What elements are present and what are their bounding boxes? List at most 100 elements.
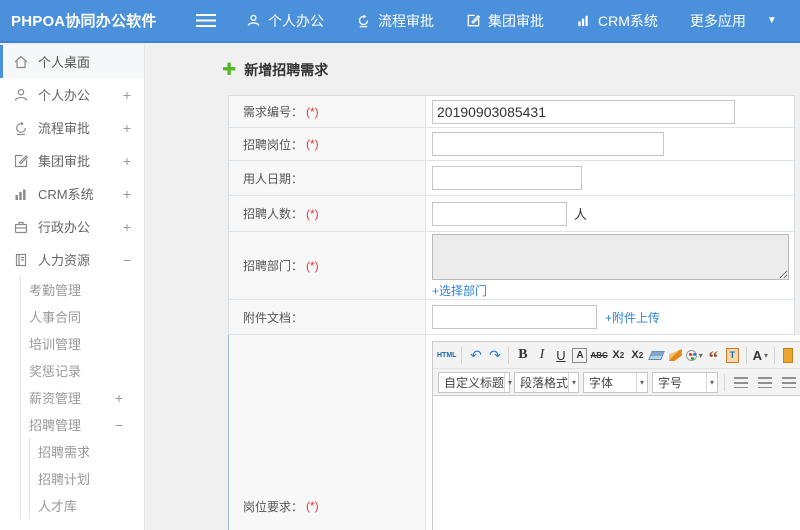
chart-icon [12,185,29,202]
palette-icon [685,349,697,361]
font-color-button[interactable]: A ▾ [752,345,769,365]
position-input[interactable] [432,132,664,156]
redo-button[interactable]: ↷ [486,345,503,365]
sidebar-item-attendance-mgmt[interactable]: 考勤管理 [21,276,144,303]
topnav-personal-office[interactable]: 个人办公 [246,11,324,31]
required-mark: (*) [306,499,319,513]
highlight-color-button[interactable]: ▾ [685,345,703,365]
field-label: 需求编号： (*) [229,96,426,127]
page-header: ✚ 新增招聘需求 [146,45,800,95]
select-department-link[interactable]: +选择部门 [432,282,487,299]
sidebar-item-label: 奖惩记录 [29,364,82,379]
label-text: 招聘部门： [243,259,304,273]
sidebar-item-label: 流程审批 [38,121,91,136]
hire-date-input[interactable] [432,166,582,190]
caret-down-icon: ▾ [698,350,703,360]
sidebar-item-reward-punishment[interactable]: 奖惩记录 [21,357,144,384]
label-text: 用人日期： [243,171,304,186]
sidebar-item-recruit-plan[interactable]: 招聘计划 [30,465,144,492]
sidebar-item-label: 薪资管理 [29,391,82,406]
custom-heading-select[interactable]: 自定义标题 ▾ [438,371,512,393]
hamburger-menu-icon[interactable] [196,14,216,27]
form-row-department: 招聘部门： (*) +选择部门 [229,232,794,300]
collapse-minus-icon[interactable]: − [123,252,131,268]
editor-content-area[interactable] [433,396,800,530]
combo-label: 字号 [658,375,683,390]
eraser-icon [647,350,665,360]
remove-format-button[interactable] [647,345,665,365]
sidebar-item-recruit-mgmt[interactable]: 招聘管理 − [21,411,144,438]
sidebar-item-crm-system[interactable]: CRM系统 + [0,177,144,210]
headcount-input[interactable] [432,201,567,226]
sidebar-item-admin-office[interactable]: 行政办公 + [0,210,144,243]
topnav-group-approval[interactable]: 集团审批 [466,11,544,31]
required-mark: (*) [306,258,319,273]
align-right-icon[interactable] [782,376,796,388]
caret-down-icon[interactable]: ▼ [767,15,777,26]
italic-button[interactable]: I [533,345,550,365]
sidebar-item-human-resources[interactable]: 人力资源 − [0,243,144,276]
expand-plus-icon[interactable]: + [123,120,131,136]
undo-button[interactable]: ↶ [467,345,484,365]
toolbar-separator [508,346,510,364]
align-left-icon[interactable] [734,376,748,388]
expand-plus-icon[interactable]: + [123,87,131,103]
strikethrough-button[interactable]: ABC [590,345,607,365]
topnav-more-apps[interactable]: 更多应用 ▼ [690,11,777,31]
expand-plus-icon[interactable]: + [115,390,123,406]
required-mark: (*) [306,104,319,119]
toolbar-separator [724,373,725,391]
field-label: 招聘部门： (*) [229,232,426,299]
collapse-minus-icon[interactable]: − [115,417,123,433]
sidebar-item-talent-pool[interactable]: 人才库 [30,492,144,519]
underline-button[interactable]: U [552,345,569,365]
paste-button[interactable]: T [724,345,741,365]
paragraph-format-select[interactable]: 段落格式 ▾ [514,371,579,393]
caret-down-icon: ▾ [705,372,717,392]
source-code-button[interactable]: HTML [437,345,456,365]
attachment-input[interactable] [432,305,597,329]
bold-button[interactable]: B [514,345,531,365]
blockquote-button[interactable]: “ [705,345,722,368]
user-icon [12,86,29,103]
topnav-crm-system[interactable]: CRM系统 [576,11,658,31]
app-logo: PHPOA协同办公软件 [11,13,157,30]
sidebar-item-recruit-demand[interactable]: 招聘需求 [30,438,144,465]
combo-label: 段落格式 [520,375,569,390]
expand-plus-icon[interactable]: + [123,153,131,169]
sidebar-item-personnel-contract[interactable]: 人事合同 [21,303,144,330]
sidebar-item-salary-mgmt[interactable]: 薪资管理 + [21,384,144,411]
combo-label: 字体 [589,375,614,390]
image-button[interactable] [780,345,797,365]
clipboard-icon: T [725,347,739,363]
align-center-icon[interactable] [758,376,772,388]
sidebar-item-group-approval[interactable]: 集团审批 + [0,144,144,177]
expand-plus-icon[interactable]: + [123,186,131,202]
sidebar-item-personal-desktop[interactable]: 个人桌面 [0,45,144,78]
toolbar-separator [461,346,463,364]
field-label: 用人日期： [229,161,426,195]
font-family-select[interactable]: 字体 ▾ [583,371,648,393]
briefcase-icon [12,218,29,235]
demand-no-input[interactable] [432,99,735,124]
caret-down-icon: ▾ [568,372,579,392]
department-textarea[interactable] [432,234,789,280]
sidebar-item-label: 集团审批 [38,154,91,169]
font-size-select[interactable]: 字号 ▾ [652,371,718,393]
sidebar-item-process-approval[interactable]: 流程审批 + [0,111,144,144]
edit-icon [466,13,481,28]
form-row-headcount: 招聘人数： (*) 人 [229,196,794,232]
quick-format-button[interactable] [667,345,684,365]
form-row-attachment: 附件文档： +附件上传 [229,300,794,335]
superscript-button[interactable]: X2 [610,345,627,365]
sidebar-item-personal-office[interactable]: 个人办公 + [0,78,144,111]
attachment-upload-link[interactable]: +附件上传 [605,309,660,326]
sidebar-item-training-mgmt[interactable]: 培训管理 [21,330,144,357]
sidebar-item-label: 行政办公 [38,220,91,235]
subscript-button[interactable]: X2 [629,345,646,365]
expand-plus-icon[interactable]: + [123,219,131,235]
font-name-button[interactable]: A [571,345,588,365]
chart-icon [576,13,591,28]
topnav-process-approval[interactable]: 流程审批 [356,11,434,31]
topnav-label: 集团审批 [488,12,544,29]
